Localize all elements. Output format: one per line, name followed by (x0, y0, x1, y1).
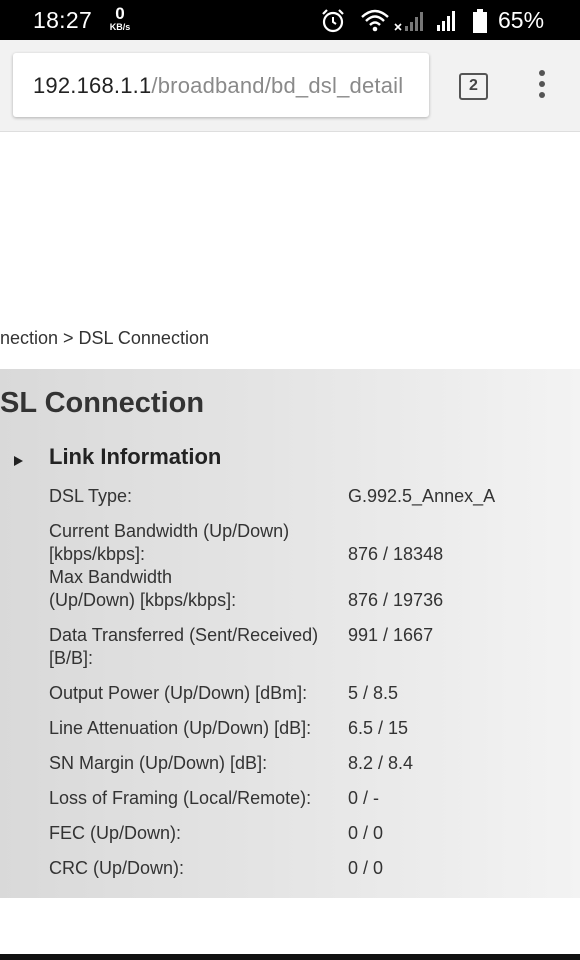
label-max-bandwidth-unit: (Up/Down) [kbps/kbps]: (49, 590, 237, 610)
value-current-bandwidth: 876 / 18348 (348, 544, 444, 564)
value-max-bandwidth: 876 / 19736 (348, 590, 444, 610)
value-fec: 0 / 0 (348, 823, 384, 843)
network-speed: 0 KB/s (104, 5, 136, 32)
value-crc: 0 / 0 (348, 858, 384, 878)
navigation-bar (0, 954, 580, 960)
url-text[interactable]: 192.168.1.1/broadband/bd_dsl_detail (33, 73, 403, 99)
label-data-transferred: Data Transferred (Sent/Received) (49, 625, 319, 645)
label-crc: CRC (Up/Down): (49, 858, 185, 878)
expand-arrow-icon[interactable] (14, 456, 23, 466)
signal-icon (394, 12, 423, 31)
url-host: 192.168.1.1 (33, 73, 152, 98)
browser-toolbar: 192.168.1.1/broadband/bd_dsl_detail 2 (0, 40, 580, 132)
alarm-icon (322, 9, 344, 33)
page-title: SL Connection (0, 387, 205, 419)
label-line-attenuation: Line Attenuation (Up/Down) [dB]: (49, 718, 312, 738)
label-output-power: Output Power (Up/Down) [dBm]: (49, 683, 308, 703)
label-current-bandwidth: Current Bandwidth (Up/Down) (49, 521, 290, 541)
address-bar[interactable]: 192.168.1.1/broadband/bd_dsl_detail (13, 53, 429, 117)
value-loss-of-framing: 0 / - (348, 788, 380, 808)
signal-icon (437, 11, 455, 31)
label-data-transferred-unit: [B/B]: (49, 648, 94, 668)
more-vert-icon[interactable] (532, 70, 552, 102)
tab-switcher-button[interactable]: 2 (459, 73, 488, 100)
breadcrumb: nection > DSL Connection (0, 328, 209, 348)
wifi-icon (361, 9, 389, 32)
value-line-attenuation: 6.5 / 15 (348, 718, 409, 738)
label-fec: FEC (Up/Down): (49, 823, 182, 843)
label-current-bandwidth-unit: [kbps/kbps]: (49, 544, 146, 564)
label-loss-of-framing: Loss of Framing (Local/Remote): (49, 788, 312, 808)
label-max-bandwidth: Max Bandwidth (49, 567, 173, 587)
network-speed-unit: KB/s (109, 22, 131, 32)
battery-icon (473, 9, 487, 33)
section-title[interactable]: Link Information (49, 444, 221, 470)
battery-percentage: 65% (498, 7, 545, 33)
value-dsl-type: G.992.5_Annex_A (348, 486, 496, 506)
status-bar: 18:27 0 KB/s 65% (0, 0, 580, 40)
status-time: 18:27 (33, 7, 93, 33)
url-path: /broadband/bd_dsl_detail (151, 73, 404, 98)
value-sn-margin: 8.2 / 8.4 (348, 753, 414, 773)
label-dsl-type: DSL Type: (49, 486, 133, 506)
value-output-power: 5 / 8.5 (348, 683, 399, 703)
value-data-transferred: 991 / 1667 (348, 625, 434, 645)
network-speed-value: 0 (115, 4, 125, 23)
label-sn-margin: SN Margin (Up/Down) [dB]: (49, 753, 268, 773)
